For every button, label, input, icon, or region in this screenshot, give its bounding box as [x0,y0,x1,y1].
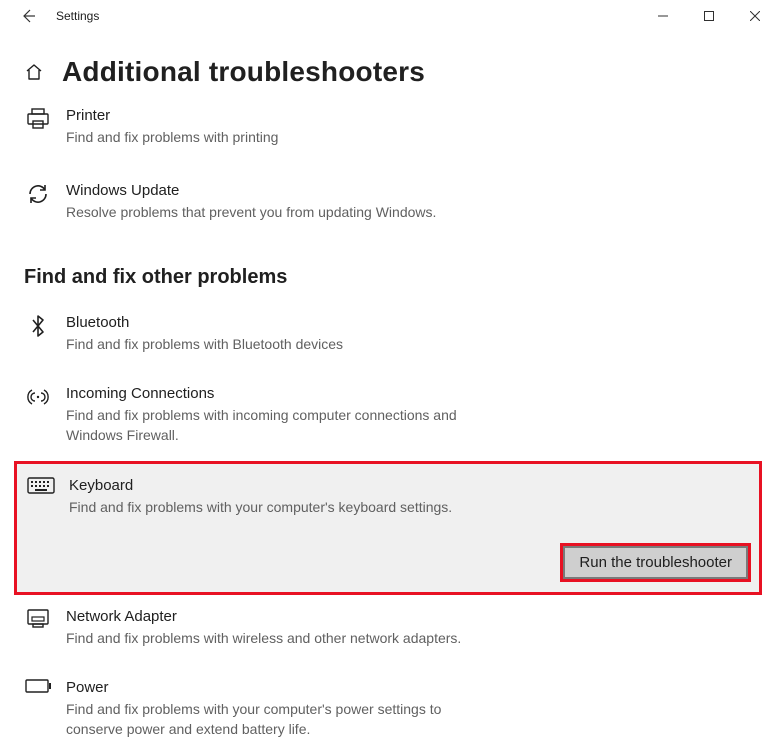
bluetooth-icon [24,313,52,341]
troubleshooter-power[interactable]: Power Find and fix problems with your co… [24,672,754,749]
minimize-button[interactable] [640,0,686,32]
troubleshooter-network-adapter[interactable]: Network Adapter Find and fix problems wi… [24,601,754,658]
troubleshooter-desc: Find and fix problems with printing [66,127,496,147]
keyboard-icon [27,476,55,504]
troubleshooter-keyboard[interactable]: Keyboard Find and fix problems with your… [23,472,751,519]
maximize-button[interactable] [686,0,732,32]
troubleshooter-title: Incoming Connections [66,384,754,404]
troubleshooter-printer[interactable]: Printer Find and fix problems with print… [24,100,754,157]
update-icon [24,181,52,209]
troubleshooter-desc: Find and fix problems with your computer… [69,497,499,517]
network-adapter-icon [24,607,52,635]
home-icon[interactable] [24,62,44,82]
troubleshooter-title: Windows Update [66,181,754,201]
troubleshooter-title: Keyboard [69,476,751,496]
troubleshooter-incoming-connections[interactable]: Incoming Connections Find and fix proble… [24,378,754,455]
window-controls [640,0,778,32]
troubleshooter-title: Bluetooth [66,313,754,333]
run-troubleshooter-button[interactable]: Run the troubleshooter [560,543,751,582]
troubleshooter-desc: Find and fix problems with your computer… [66,699,496,739]
page-title: Additional troubleshooters [62,56,425,88]
antenna-icon [24,384,52,412]
printer-icon [24,106,52,134]
window-title: Settings [56,9,99,23]
troubleshooter-bluetooth[interactable]: Bluetooth Find and fix problems with Blu… [24,307,754,364]
battery-icon [24,678,52,706]
troubleshooter-title: Power [66,678,754,698]
page-header: Additional troubleshooters [24,56,754,88]
troubleshooter-title: Network Adapter [66,607,754,627]
troubleshooter-desc: Find and fix problems with incoming comp… [66,405,496,445]
section-heading: Find and fix other problems [24,266,754,289]
troubleshooter-desc: Find and fix problems with wireless and … [66,628,496,648]
troubleshooter-desc: Resolve problems that prevent you from u… [66,202,496,222]
troubleshooter-keyboard-expanded: Keyboard Find and fix problems with your… [14,461,762,595]
troubleshooter-title: Printer [66,106,754,126]
troubleshooter-windows-update[interactable]: Windows Update Resolve problems that pre… [24,175,754,232]
troubleshooter-desc: Find and fix problems with Bluetooth dev… [66,334,496,354]
back-button[interactable] [14,2,42,30]
close-button[interactable] [732,0,778,32]
titlebar: Settings [0,0,778,32]
